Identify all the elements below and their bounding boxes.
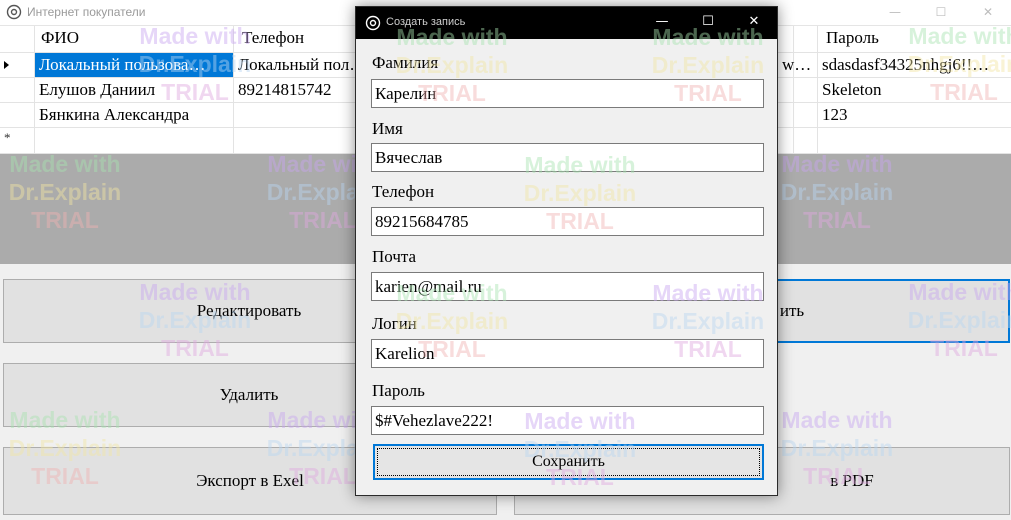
phone-field[interactable] [371, 207, 764, 236]
focus-rectangle [377, 448, 760, 476]
row-header[interactable] [0, 53, 35, 77]
column-header-password[interactable]: Пароль [818, 26, 1011, 52]
row-header[interactable] [0, 78, 35, 102]
main-window-title: Интернет покупатели [27, 5, 146, 19]
export-pdf-button-label: в PDF [830, 471, 874, 490]
row-header[interactable] [0, 103, 35, 127]
dialog-titlebar[interactable]: Создать запись — ☐ ✕ [356, 7, 777, 39]
save-button[interactable]: Сохранить [373, 444, 764, 480]
cell-hidden[interactable]: w… [778, 53, 818, 77]
app-gear-icon [365, 15, 381, 31]
password-label: Пароль [372, 381, 425, 400]
cell-fio[interactable]: Локальный пользова… [35, 53, 234, 77]
cell-fio[interactable]: Елушов Даниил [35, 78, 234, 102]
dialog-title: Создать запись [386, 16, 466, 28]
phone-label: Телефон [372, 182, 435, 201]
row-header-corner [0, 26, 35, 52]
cell-hidden[interactable] [794, 128, 818, 153]
cell-hidden[interactable] [794, 78, 818, 102]
email-label: Почта [372, 247, 417, 266]
main-maximize-button[interactable]: ☐ [918, 0, 964, 26]
last-name-field[interactable] [371, 79, 764, 108]
cell-password[interactable]: Skeleton [818, 78, 1011, 102]
add-button-label: ить [779, 301, 805, 320]
new-row-marker: * [0, 128, 35, 153]
cell-fio[interactable] [35, 128, 234, 153]
first-name-label: Имя [372, 119, 403, 138]
password-field[interactable] [371, 406, 764, 435]
export-excel-button-label: Экспорт в Exel [196, 471, 304, 490]
cell-password[interactable]: sdasdasf34325nhgj6!!… [818, 53, 1011, 77]
column-header-hidden[interactable] [794, 26, 818, 52]
dialog-maximize-button[interactable]: ☐ [685, 7, 731, 39]
main-close-button[interactable]: ✕ [965, 0, 1011, 26]
cell-password[interactable] [818, 128, 1011, 153]
app-gear-icon [6, 4, 22, 20]
cell-fio[interactable]: Бянкина Александра [35, 103, 234, 127]
main-minimize-button[interactable]: — [872, 0, 918, 26]
dialog-close-button[interactable]: ✕ [731, 7, 777, 39]
edit-button-label: Редактировать [196, 301, 302, 320]
delete-button-label: Удалить [219, 385, 279, 404]
email-field[interactable] [371, 272, 764, 301]
create-record-dialog: Создать запись — ☐ ✕ Фамилия Имя Телефон… [355, 6, 778, 496]
current-row-arrow-icon [4, 61, 9, 69]
cell-hidden[interactable] [794, 103, 818, 127]
cell-password[interactable]: 123 [818, 103, 1011, 127]
dialog-minimize-button[interactable]: — [639, 7, 685, 39]
first-name-field[interactable] [371, 143, 764, 172]
login-label: Логин [372, 314, 417, 333]
column-header-fio[interactable]: ФИО [35, 26, 234, 52]
last-name-label: Фамилия [372, 53, 439, 72]
login-field[interactable] [371, 339, 764, 368]
